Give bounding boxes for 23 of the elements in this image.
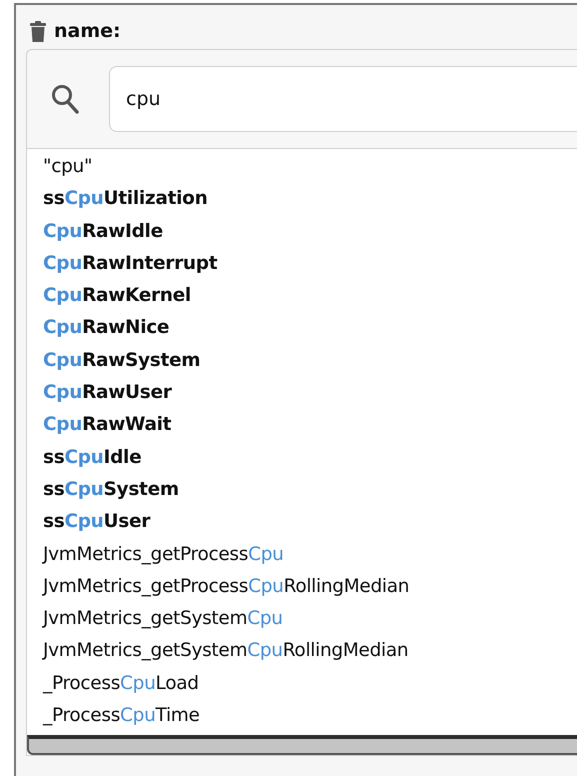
trash-icon[interactable]: [30, 20, 46, 42]
result-item[interactable]: JvmMetrics_getProcessCpuRollingMedian: [43, 570, 577, 604]
scrollbar[interactable]: [27, 735, 577, 755]
result-item[interactable]: CpuRawUser: [43, 377, 577, 410]
result-item[interactable]: ssCpuUtilization: [43, 183, 577, 216]
result-item[interactable]: JvmMetrics_getProcessCpu: [43, 538, 577, 571]
result-item[interactable]: JvmMetrics_getSystemCpu: [43, 603, 577, 636]
result-item[interactable]: CpuRawInterrupt: [43, 248, 577, 280]
result-item[interactable]: CpuRawNice: [43, 312, 577, 345]
result-item[interactable]: CpuRawWait: [43, 409, 577, 442]
result-item[interactable]: _ProcessCpuTime: [43, 700, 577, 732]
search-icon: [51, 84, 79, 114]
result-item[interactable]: "cpu": [43, 151, 577, 184]
result-item[interactable]: ssCpuSystem: [43, 474, 577, 506]
search-field[interactable]: cpu: [109, 66, 577, 132]
result-item[interactable]: _ProcessCpuLoad: [43, 668, 577, 700]
result-item[interactable]: CpuRawSystem: [43, 344, 577, 378]
result-item[interactable]: JvmMetrics_getSystemCpuRollingMedian: [43, 635, 577, 668]
result-item[interactable]: ssCpuUser: [43, 506, 577, 539]
filter-label: name:: [54, 20, 121, 42]
result-item[interactable]: ssCpuIdle: [43, 442, 577, 474]
result-item[interactable]: CpuRawKernel: [43, 280, 577, 312]
result-item[interactable]: CpuRawIdle: [43, 216, 577, 248]
